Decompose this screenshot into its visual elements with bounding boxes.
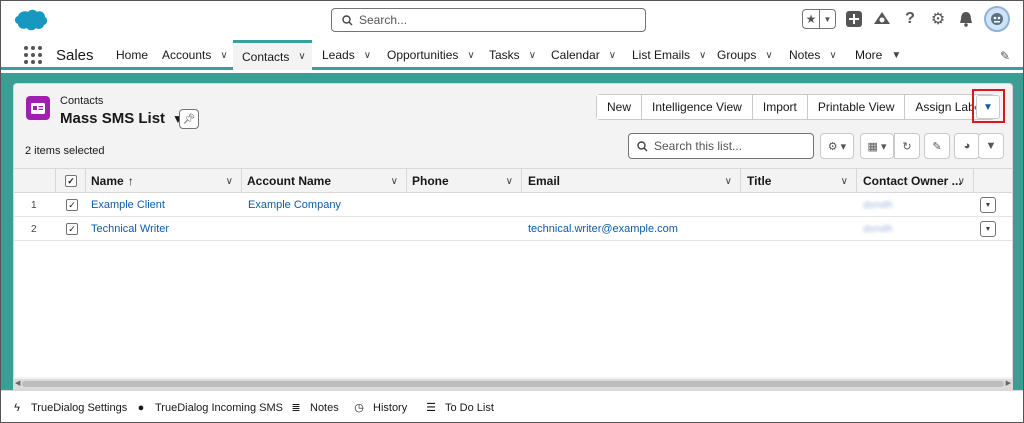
- window-frame: [0, 0, 1024, 423]
